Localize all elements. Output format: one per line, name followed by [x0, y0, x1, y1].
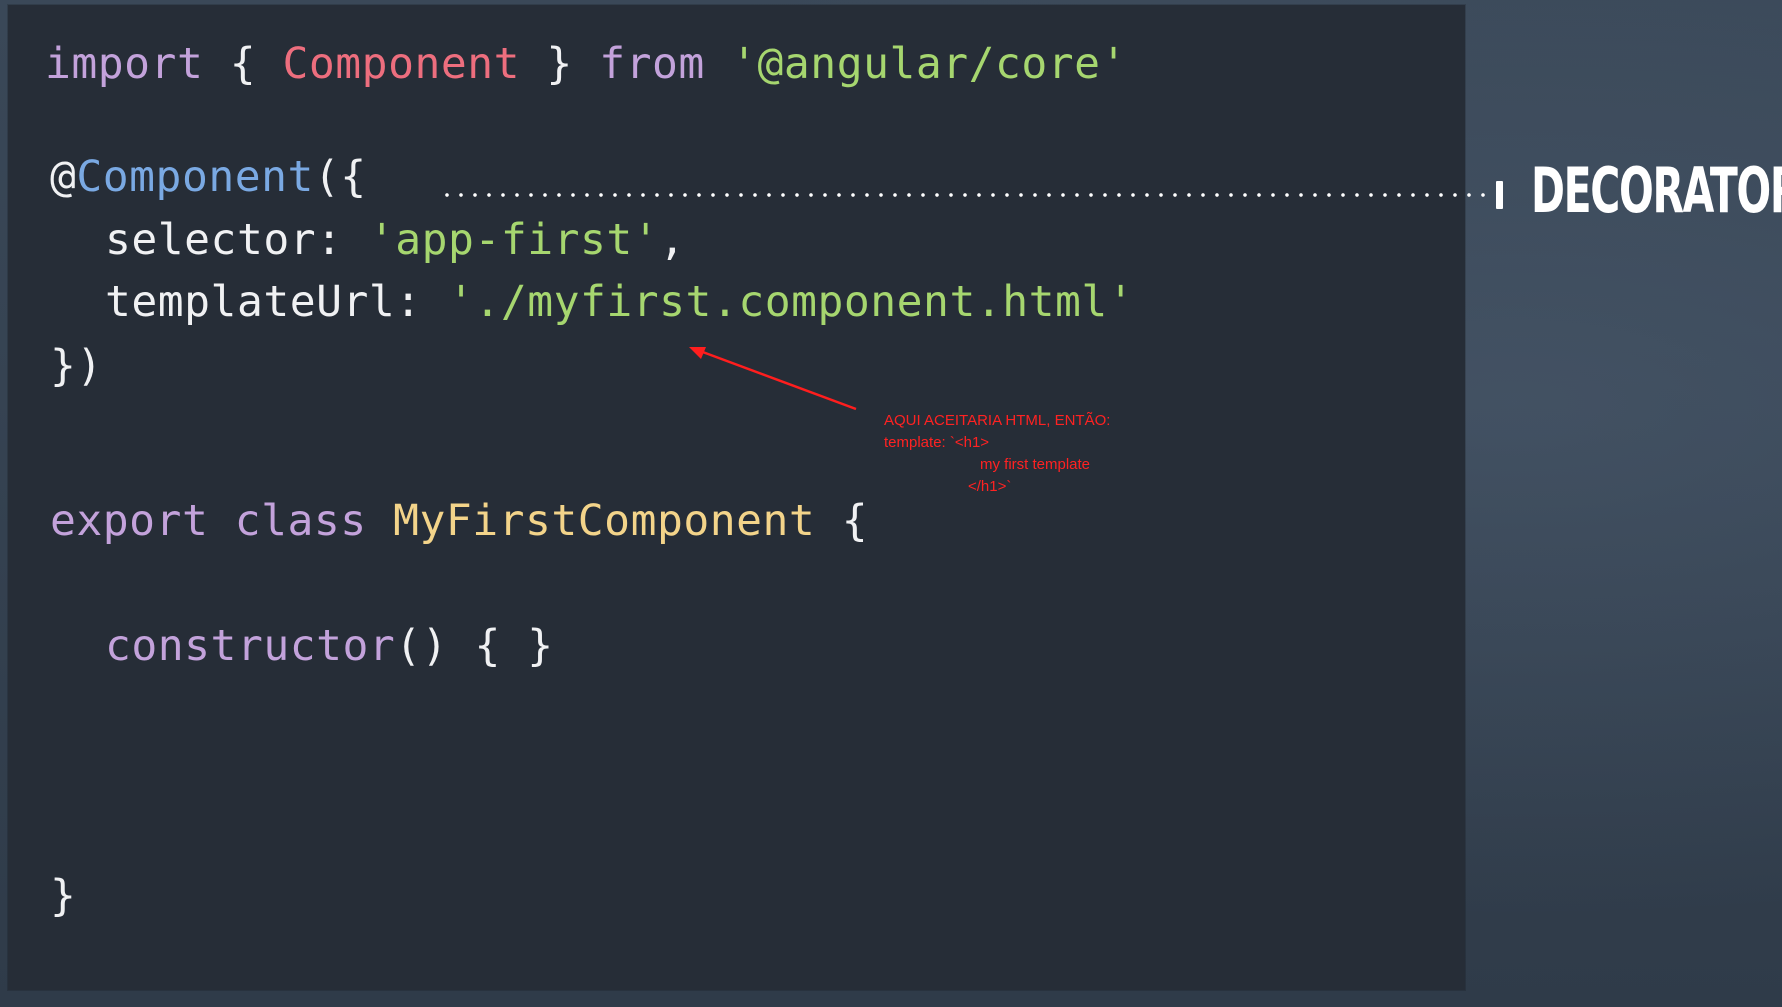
selector-key: selector:: [105, 215, 343, 265]
keyword-export: export: [50, 496, 209, 546]
class-brace-open: {: [841, 496, 869, 546]
code-line-import: import { Component } from '@angular/core…: [45, 43, 1127, 86]
selector-value: 'app-first': [368, 215, 660, 265]
annotation-line-4: </h1>`: [968, 478, 1012, 495]
keyword-import: import: [45, 39, 204, 89]
templateurl-key: templateUrl:: [105, 277, 422, 327]
annotation-line-3: my first template: [980, 456, 1091, 473]
decorator-tick-mark: [1496, 181, 1503, 209]
decorator-at: @: [50, 152, 77, 202]
code-panel: import { Component } from '@angular/core…: [8, 5, 1465, 990]
templateurl-value: './myfirst.component.html': [448, 277, 1135, 327]
brace-open: {: [229, 39, 257, 89]
code-line-class-close: }: [50, 875, 76, 918]
constructor-body: () { }: [395, 621, 554, 671]
decorator-callout-label: DECORATOR: [1531, 154, 1782, 227]
code-line-decorator: @Component({: [50, 156, 367, 199]
code-line-selector: selector: 'app-first',: [105, 219, 686, 262]
class-brace-close: }: [50, 871, 77, 921]
decorator-name: Component: [76, 152, 314, 202]
class-name: MyFirstComponent: [393, 496, 816, 546]
constructor-keyword: constructor: [105, 621, 396, 671]
decorator-dotted-leader: [440, 193, 1495, 197]
annotation-line-2: template: `<h1>: [884, 434, 990, 451]
annotation-line-1: AQUI ACEITARIA HTML, ENTÃO:: [884, 412, 1111, 429]
decorator-close: }): [50, 341, 103, 391]
decorator-open: ({: [313, 152, 367, 202]
module-string: '@angular/core': [731, 39, 1127, 89]
code-line-constructor: constructor() { }: [105, 625, 554, 668]
brace-close: }: [546, 39, 573, 89]
selector-comma: ,: [659, 215, 686, 265]
keyword-from: from: [599, 39, 705, 89]
code-line-class: export class MyFirstComponent {: [50, 500, 868, 543]
keyword-class: class: [234, 496, 367, 546]
import-component-name: Component: [282, 39, 521, 89]
code-line-templateurl: templateUrl: './myfirst.component.html': [105, 281, 1134, 324]
code-line-decorator-close: }): [50, 345, 103, 388]
